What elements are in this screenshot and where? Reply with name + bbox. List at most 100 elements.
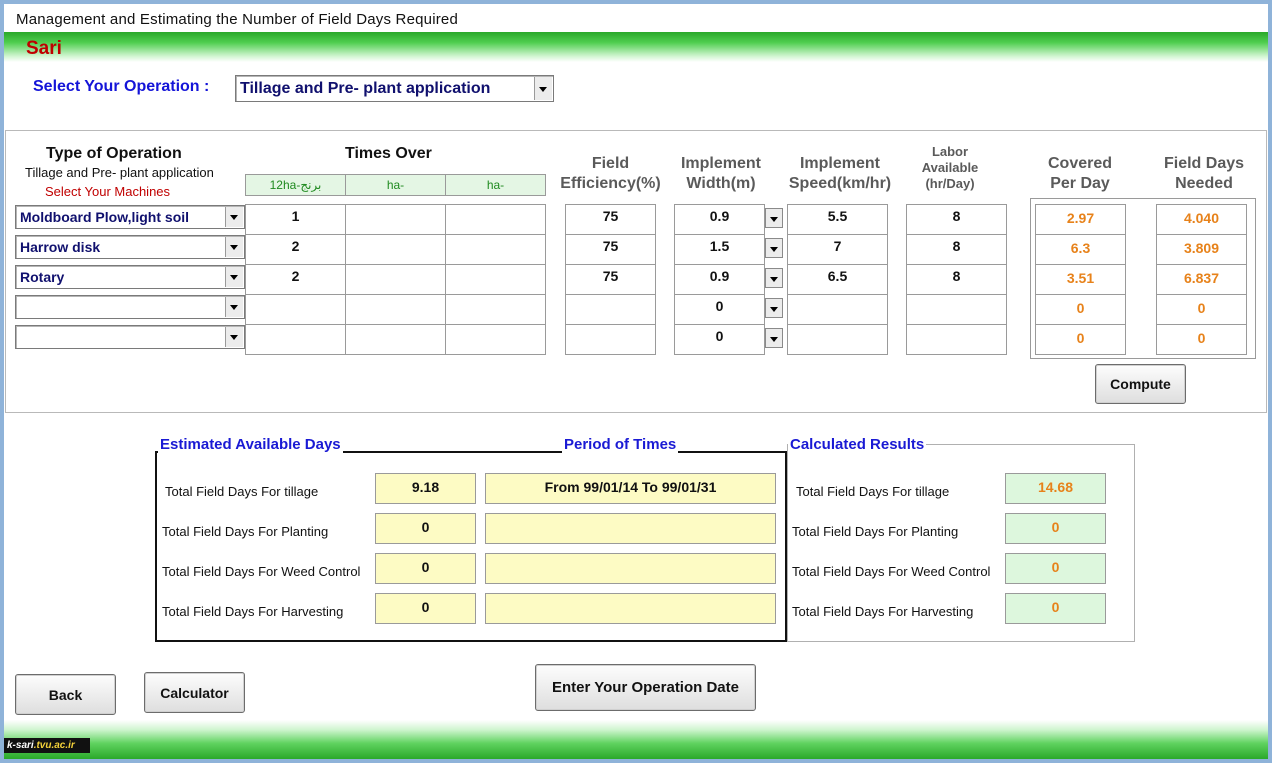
ha-header-1: 12ha-برنج [245,174,346,196]
field-days-needed-value: 6.837 [1156,264,1247,295]
machine-select-row-4[interactable] [15,295,245,319]
header-banner [4,32,1268,62]
res-label-tillage: Total Field Days For tillage [796,484,950,499]
calculator-button[interactable]: Calculator [144,672,245,713]
times-over-2[interactable] [345,324,446,355]
field-efficiency-header: Field Efficiency(%) [560,155,661,192]
enter-operation-date-button[interactable]: Enter Your Operation Date [535,664,756,711]
times-over-3[interactable] [445,294,546,325]
est-value-planting[interactable]: 0 [375,513,476,544]
implement-width-input[interactable]: 0.9 [674,264,765,295]
machine-select-value: Moldboard Plow,light soil [20,209,190,225]
times-over-1[interactable]: 2 [245,234,346,265]
period-tillage[interactable]: From 99/01/14 To 99/01/31 [485,473,776,504]
field-efficiency-input[interactable] [565,324,656,355]
site-logo: k-sari.tvu.ac.ir [4,738,90,753]
chevron-down-icon[interactable] [225,297,243,317]
times-over-1[interactable] [245,324,346,355]
implement-width-input[interactable]: 1.5 [674,234,765,265]
type-of-operation-title: Type of Operation [46,145,182,162]
est-value-weed[interactable]: 0 [375,553,476,584]
times-over-2[interactable] [345,204,446,235]
labor-available-input[interactable]: 8 [906,234,1007,265]
calculated-results-title: Calculated Results [788,436,927,453]
covered-per-day-value: 2.97 [1035,204,1126,235]
city-name: Sari [26,38,62,59]
field-days-needed-header: Field Days Needed [1163,155,1245,192]
machine-select-value: Rotary [20,269,65,285]
implement-speed-input[interactable] [787,324,888,355]
machine-select-row-1[interactable]: Moldboard Plow,light soil [15,205,245,229]
covered-per-day-value: 0 [1035,324,1126,355]
compute-button[interactable]: Compute [1095,364,1186,404]
est-value-tillage[interactable]: 9.18 [375,473,476,504]
labor-available-input[interactable]: 8 [906,264,1007,295]
implement-width-input[interactable]: 0 [674,324,765,355]
times-over-3[interactable] [445,234,546,265]
chevron-down-icon[interactable] [765,208,783,228]
res-value-weed: 0 [1005,553,1106,584]
times-over-3[interactable] [445,264,546,295]
implement-speed-input[interactable]: 5.5 [787,204,888,235]
period-weed[interactable] [485,553,776,584]
estimated-days-title: Estimated Available Days [158,436,343,453]
implement-speed-input[interactable]: 7 [787,234,888,265]
res-label-planting: Total Field Days For Planting [792,524,959,539]
times-over-title: Times Over [345,145,432,162]
chevron-down-icon[interactable] [765,298,783,318]
covered-per-day-value: 0 [1035,294,1126,325]
machine-select-row-2[interactable]: Harrow disk [15,235,245,259]
machine-select-row-5[interactable] [15,325,245,349]
labor-available-header: Labor Available (hr/Day) [921,144,979,191]
times-over-1[interactable] [245,294,346,325]
implement-width-input[interactable]: 0 [674,294,765,325]
implement-speed-input[interactable]: 6.5 [787,264,888,295]
field-days-needed-value: 0 [1156,324,1247,355]
labor-available-input[interactable] [906,324,1007,355]
field-efficiency-input[interactable] [565,294,656,325]
field-days-needed-value: 0 [1156,294,1247,325]
covered-per-day-header: Covered Per Day [1047,155,1113,192]
select-operation-label: Select Your Operation : [33,78,210,95]
type-subtitle: Tillage and Pre- plant application [25,165,214,180]
implement-width-header: Implement Width(m) [680,155,761,192]
implement-width-input[interactable]: 0.9 [674,204,765,235]
field-efficiency-input[interactable]: 75 [565,234,656,265]
operation-select[interactable]: Tillage and Pre- plant application [235,75,554,102]
period-harvest[interactable] [485,593,776,624]
times-over-3[interactable] [445,204,546,235]
est-label-planting: Total Field Days For Planting [162,524,329,539]
times-over-2[interactable] [345,234,446,265]
period-planting[interactable] [485,513,776,544]
chevron-down-icon[interactable] [225,267,243,287]
chevron-down-icon[interactable] [225,327,243,347]
ha-header-3: ha- [445,174,546,196]
labor-available-input[interactable]: 8 [906,204,1007,235]
field-efficiency-input[interactable]: 75 [565,204,656,235]
chevron-down-icon[interactable] [765,238,783,258]
times-over-1[interactable]: 2 [245,264,346,295]
field-efficiency-input[interactable]: 75 [565,264,656,295]
times-over-3[interactable] [445,324,546,355]
period-of-times-title: Period of Times [562,436,679,453]
implement-speed-header: Implement Speed(km/hr) [788,155,892,192]
chevron-down-icon[interactable] [765,328,783,348]
times-over-1[interactable]: 1 [245,204,346,235]
chevron-down-icon[interactable] [225,207,243,227]
machine-select-row-3[interactable]: Rotary [15,265,245,289]
implement-speed-input[interactable] [787,294,888,325]
chevron-down-icon[interactable] [225,237,243,257]
times-over-2[interactable] [345,264,446,295]
back-button[interactable]: Back [15,674,116,715]
chevron-down-icon[interactable] [534,77,552,100]
est-label-weed: Total Field Days For Weed Control [162,564,361,579]
labor-available-input[interactable] [906,294,1007,325]
field-days-needed-value: 4.040 [1156,204,1247,235]
chevron-down-icon[interactable] [765,268,783,288]
est-value-harvest[interactable]: 0 [375,593,476,624]
select-machines-label: Select Your Machines [45,184,171,199]
window-title: Management and Estimating the Number of … [16,11,459,28]
res-value-planting: 0 [1005,513,1106,544]
res-value-tillage: 14.68 [1005,473,1106,504]
times-over-2[interactable] [345,294,446,325]
